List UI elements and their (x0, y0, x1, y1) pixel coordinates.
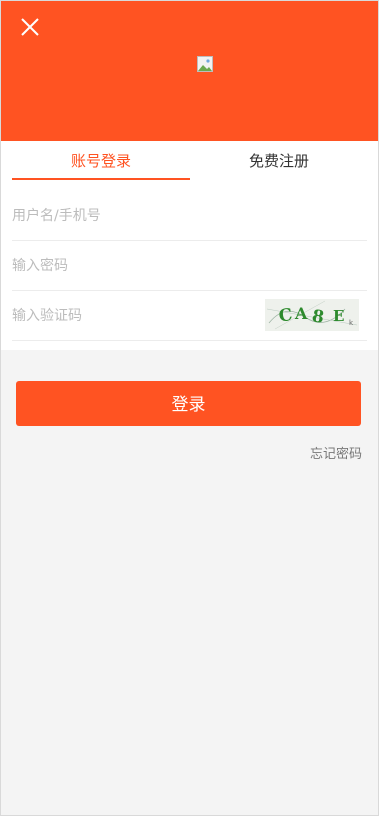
broken-image-icon (197, 56, 215, 74)
username-input[interactable] (12, 191, 252, 240)
svg-text:C: C (278, 305, 294, 327)
header-banner (1, 1, 378, 141)
active-tab-indicator (12, 178, 190, 180)
captcha-field: C A 8 E k (12, 291, 367, 341)
svg-text:E: E (333, 307, 344, 325)
password-input[interactable] (12, 241, 252, 290)
svg-text:A: A (294, 304, 308, 323)
forgot-password-link[interactable]: 忘记密码 (290, 443, 362, 462)
close-icon[interactable] (18, 15, 42, 39)
username-field (12, 191, 367, 241)
login-button[interactable]: 登录 (16, 381, 361, 426)
captcha-input[interactable] (12, 291, 252, 340)
login-panel: 账号登录 免费注册 C A 8 E k (1, 141, 378, 350)
tab-free-register[interactable]: 免费注册 (190, 141, 368, 181)
captcha-image[interactable]: C A 8 E k (265, 299, 359, 331)
tab-account-login[interactable]: 账号登录 (12, 141, 190, 181)
password-field (12, 241, 367, 291)
